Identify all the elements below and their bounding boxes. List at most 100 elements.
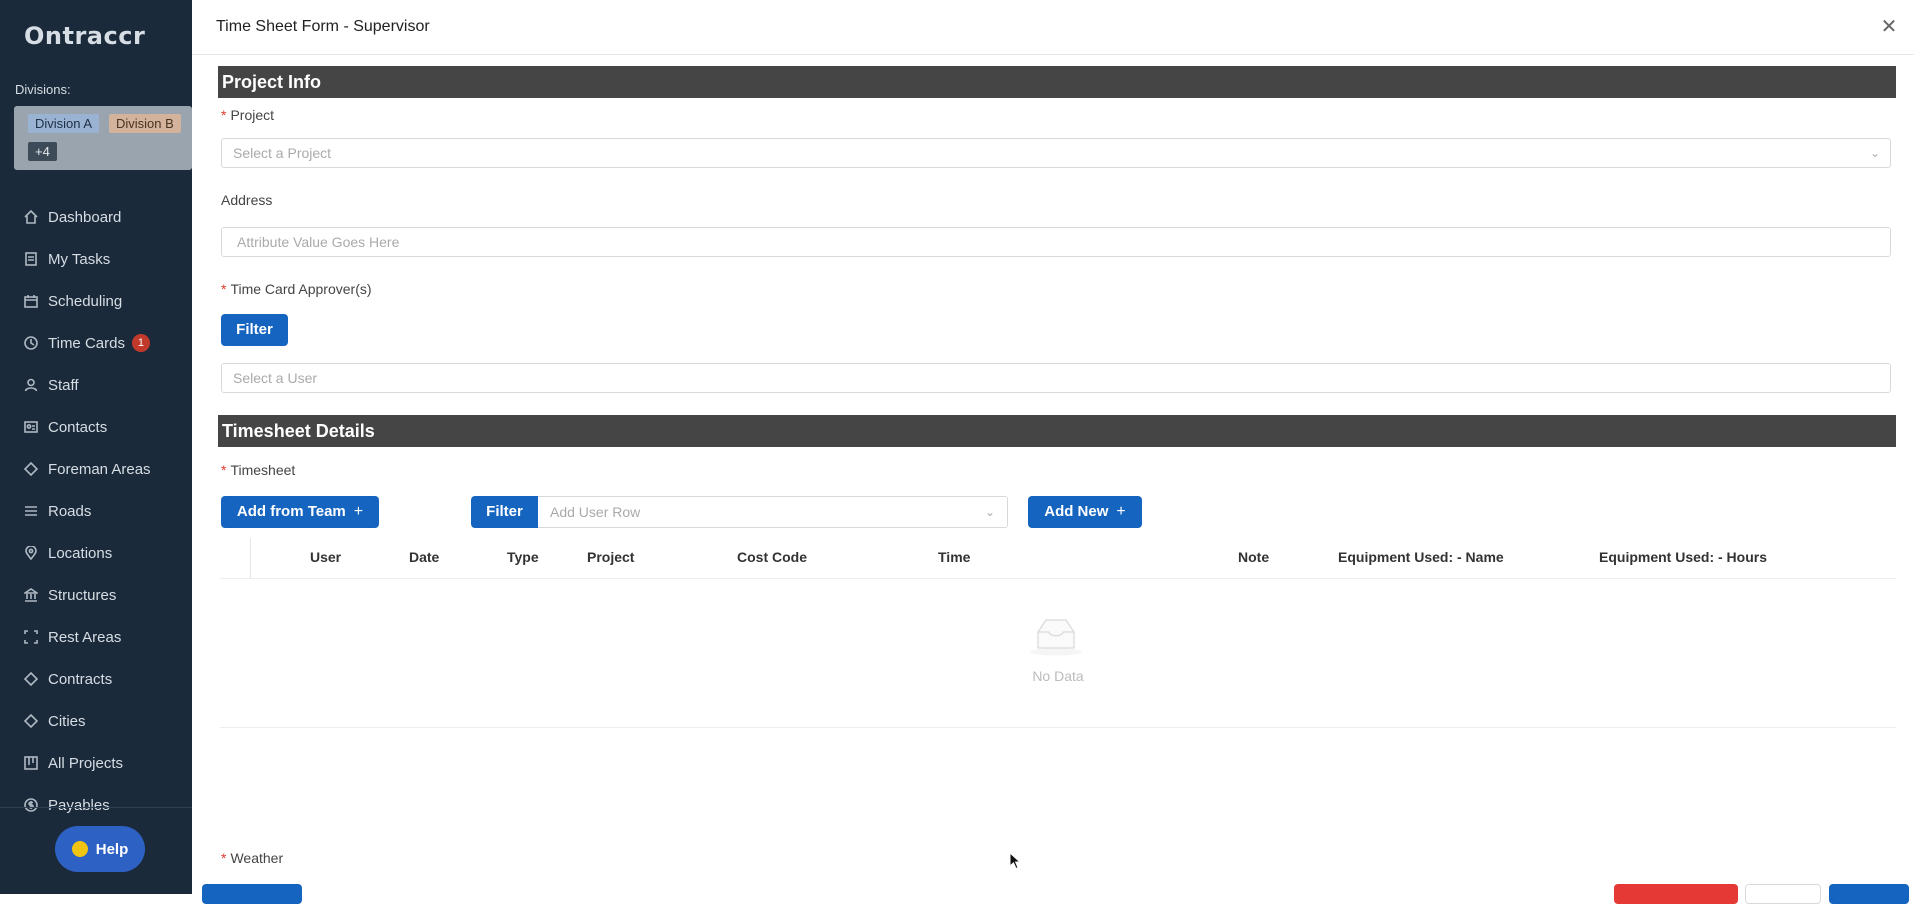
sidebar-item-payables[interactable]: Payables (0, 784, 192, 826)
sidebar-item-foreman-areas[interactable]: Foreman Areas (0, 448, 192, 490)
weather-label: * Weather (221, 850, 284, 866)
footer-left-button[interactable] (202, 884, 302, 904)
approver-user-select[interactable]: Select a User (221, 363, 1891, 393)
sidebar-item-label: All Projects (48, 754, 124, 772)
column-header[interactable]: Note (1238, 549, 1269, 565)
sidebar-item-label: Structures (48, 586, 117, 604)
projects-icon (24, 756, 38, 770)
home-icon (24, 210, 38, 224)
sidebar-item-label: My Tasks (48, 250, 111, 268)
sidebar-item-label: Dashboard (48, 208, 122, 226)
sidebar-item-contracts[interactable]: Contracts (0, 658, 192, 700)
plus-icon: + (1116, 503, 1126, 520)
column-header[interactable]: Project (587, 549, 634, 565)
address-label: Address (221, 192, 273, 208)
column-header[interactable]: Equipment Used: - Hours (1599, 549, 1767, 565)
footer-delete-button[interactable] (1614, 884, 1738, 904)
project-select-placeholder: Select a Project (233, 145, 332, 161)
helmet-icon (71, 841, 88, 857)
column-header[interactable]: User (310, 549, 341, 565)
sidebar-item-dashboard[interactable]: Dashboard (0, 196, 192, 238)
close-icon[interactable]: ✕ (1878, 16, 1900, 38)
column-header[interactable]: Time (938, 549, 970, 565)
division-selector[interactable]: Division A Division B +4 (14, 106, 192, 170)
required-marker: * (221, 281, 227, 297)
timesheet-table-header: User Date Type Project Cost Code Time No… (220, 538, 1896, 579)
diamond-icon (24, 672, 38, 686)
bank-icon (24, 588, 38, 602)
contacts-icon (24, 420, 38, 434)
timesheet-filter-button[interactable]: Filter (471, 496, 538, 528)
column-header[interactable]: Cost Code (737, 549, 807, 565)
column-header[interactable]: Equipment Used: - Name (1338, 549, 1504, 565)
empty-text: No Data (1032, 668, 1084, 684)
sidebar-item-locations[interactable]: Locations (0, 532, 192, 574)
required-marker: * (221, 850, 227, 866)
app-logo: Ontraccr (24, 22, 146, 50)
sidebar-item-label: Time Cards (48, 334, 125, 352)
sidebar-item-label: Contracts (48, 670, 113, 688)
tasks-icon (24, 252, 38, 266)
diamond-icon (24, 462, 38, 476)
mouse-cursor-icon (1009, 852, 1021, 870)
division-tag[interactable]: Division B (109, 114, 181, 133)
column-divider (250, 538, 251, 578)
sidebar-item-label: Cities (48, 712, 86, 730)
approver-label: * Time Card Approver(s) (221, 281, 372, 297)
sidebar-item-label: Locations (48, 544, 113, 562)
add-new-button[interactable]: Add New + (1028, 496, 1142, 528)
clock-icon (24, 336, 38, 350)
timesheet-modal: Time Sheet Form - Supervisor ✕ Project I… (192, 0, 1914, 904)
calendar-icon (24, 294, 38, 308)
approver-filter-button[interactable]: Filter (221, 314, 288, 346)
modal-header: Time Sheet Form - Supervisor ✕ (192, 0, 1914, 55)
diamond-icon (24, 714, 38, 728)
add-user-row-select[interactable]: Add User Row ⌄ (538, 496, 1008, 528)
sidebar-item-time-cards[interactable]: Time Cards 1 (0, 322, 192, 364)
sidebar-item-staff[interactable]: Staff (0, 364, 192, 406)
timesheet-label: * Timesheet (221, 462, 296, 478)
sidebar-item-contacts[interactable]: Contacts (0, 406, 192, 448)
project-label: * Project (221, 107, 275, 123)
section-header-project-info: Project Info (218, 66, 1896, 98)
add-user-row-placeholder: Add User Row (550, 504, 641, 520)
address-field[interactable]: Attribute Value Goes Here (221, 227, 1891, 257)
divisions-label: Divisions: (15, 82, 71, 97)
sidebar-item-rest-areas[interactable]: Rest Areas (0, 616, 192, 658)
sidebar-item-cities[interactable]: Cities (0, 700, 192, 742)
add-new-label: Add New (1044, 503, 1109, 520)
inbox-icon (1030, 619, 1082, 656)
add-from-team-button[interactable]: Add from Team + (221, 496, 379, 528)
section-header-timesheet-details: Timesheet Details (218, 415, 1896, 447)
sidebar-item-my-tasks[interactable]: My Tasks (0, 238, 192, 280)
sidebar-item-label: Staff (48, 376, 79, 394)
pin-icon (24, 546, 38, 560)
chevron-down-icon: ⌄ (984, 505, 995, 519)
division-tag[interactable]: Division A (28, 114, 100, 133)
modal-title: Time Sheet Form - Supervisor (216, 18, 430, 35)
footer-submit-button[interactable] (1829, 884, 1909, 904)
required-marker: * (221, 107, 227, 123)
project-select[interactable]: Select a Project ⌄ (221, 138, 1891, 168)
sidebar: Ontraccr Divisions: Division A Division … (0, 0, 192, 894)
column-header[interactable]: Type (507, 549, 539, 565)
timesheet-table-empty: No Data (220, 578, 1896, 728)
sidebar-item-label: Contacts (48, 418, 108, 436)
sidebar-item-scheduling[interactable]: Scheduling (0, 280, 192, 322)
sidebar-item-label: Scheduling (48, 292, 123, 310)
sidebar-nav: Dashboard My Tasks Scheduling Time Cards… (0, 196, 192, 826)
sidebar-item-label: Rest Areas (48, 628, 122, 646)
sidebar-divider (0, 807, 192, 808)
user-icon (24, 378, 38, 392)
column-header[interactable]: Date (409, 549, 439, 565)
sidebar-item-label: Roads (48, 502, 92, 520)
sidebar-item-structures[interactable]: Structures (0, 574, 192, 616)
sidebar-item-all-projects[interactable]: All Projects (0, 742, 192, 784)
sidebar-item-roads[interactable]: Roads (0, 490, 192, 532)
division-more-tag[interactable]: +4 (28, 142, 57, 161)
footer-cancel-button[interactable] (1745, 884, 1821, 904)
sidebar-item-label: Payables (48, 796, 110, 814)
sidebar-item-label: Foreman Areas (48, 460, 151, 478)
help-button-label: Help (95, 840, 129, 858)
help-button[interactable]: Help (55, 826, 145, 872)
